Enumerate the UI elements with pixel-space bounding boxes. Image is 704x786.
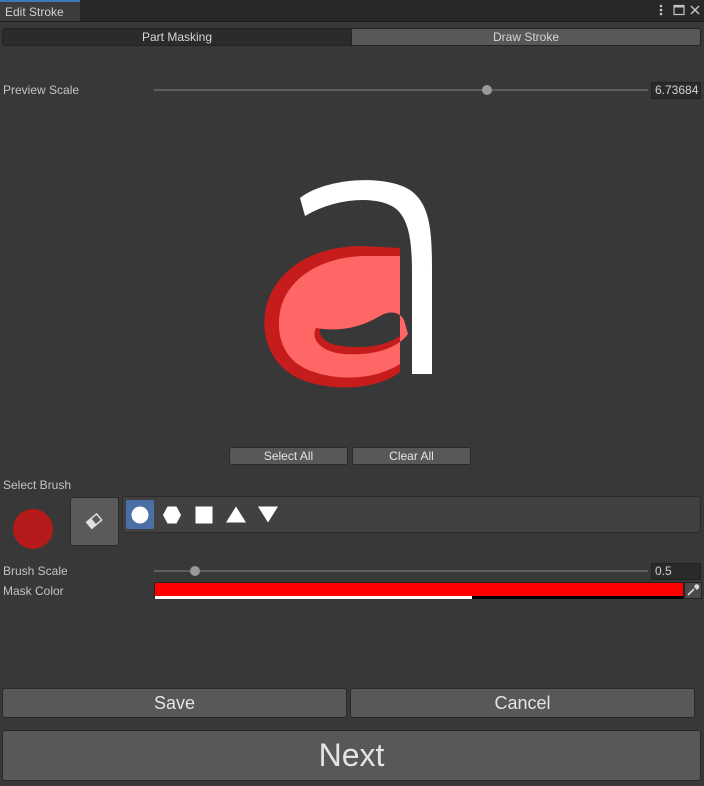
- eyedropper-icon: [687, 584, 700, 596]
- mask-color-label: Mask Color: [3, 584, 64, 598]
- eyedropper-button[interactable]: [684, 582, 702, 599]
- tab-part-masking[interactable]: Part Masking: [2, 28, 352, 46]
- save-button[interactable]: Save: [2, 688, 347, 718]
- select-all-button[interactable]: Select All: [229, 447, 348, 465]
- brush-scale-slider-thumb[interactable]: [190, 566, 201, 576]
- brush-shape-panel: [122, 496, 701, 533]
- title-bar: Edit Stroke: [0, 0, 704, 22]
- window-tab-title: Edit Stroke: [5, 5, 64, 19]
- circle-brush-icon: [131, 506, 149, 524]
- close-icon[interactable]: [688, 2, 702, 18]
- triangle-down-brush-icon: [258, 506, 278, 523]
- preview-scale-slider-thumb[interactable]: [481, 85, 492, 95]
- brush-scale-field[interactable]: 0.5: [651, 563, 701, 580]
- brush-color-swatch[interactable]: [13, 509, 53, 549]
- eraser-button[interactable]: [70, 497, 119, 546]
- maximize-icon[interactable]: [672, 2, 686, 18]
- triangle-up-brush-icon: [226, 506, 246, 523]
- mask-color-alpha-fill: [155, 596, 472, 599]
- clear-all-button[interactable]: Clear All: [352, 447, 471, 465]
- square-brush-icon: [195, 506, 213, 524]
- eraser-icon: [85, 512, 103, 530]
- tab-draw-stroke[interactable]: Draw Stroke: [351, 28, 701, 46]
- edit-stroke-window: Edit Stroke Part Masking Draw Stroke Pre…: [0, 0, 704, 786]
- brush-scale-slider-track[interactable]: [154, 570, 648, 572]
- glyph-preview-image: [264, 180, 432, 388]
- brush-scale-label: Brush Scale: [3, 564, 68, 578]
- window-tab[interactable]: Edit Stroke: [0, 0, 80, 21]
- brush-shape-hexagon[interactable]: [158, 500, 186, 529]
- brush-shape-circle[interactable]: [126, 500, 154, 529]
- next-button[interactable]: Next: [2, 730, 701, 781]
- preview-scale-slider-track[interactable]: [154, 89, 648, 91]
- preview-scale-field[interactable]: 6.73684: [651, 82, 701, 99]
- hexagon-brush-icon: [163, 506, 181, 524]
- brush-shape-triangle-up[interactable]: [222, 500, 250, 529]
- brush-shape-square[interactable]: [190, 500, 218, 529]
- tab-draw-stroke-label: Draw Stroke: [492, 30, 560, 44]
- select-brush-label: Select Brush: [3, 478, 72, 492]
- tab-part-masking-label: Part Masking: [141, 30, 213, 44]
- mask-color-alpha-bar: [155, 596, 683, 599]
- preview-scale-label: Preview Scale: [3, 83, 80, 97]
- stroke-preview-canvas[interactable]: [250, 160, 450, 400]
- kebab-menu-icon[interactable]: [654, 2, 668, 18]
- cancel-button[interactable]: Cancel: [350, 688, 695, 718]
- brush-shape-triangle-down[interactable]: [254, 500, 282, 529]
